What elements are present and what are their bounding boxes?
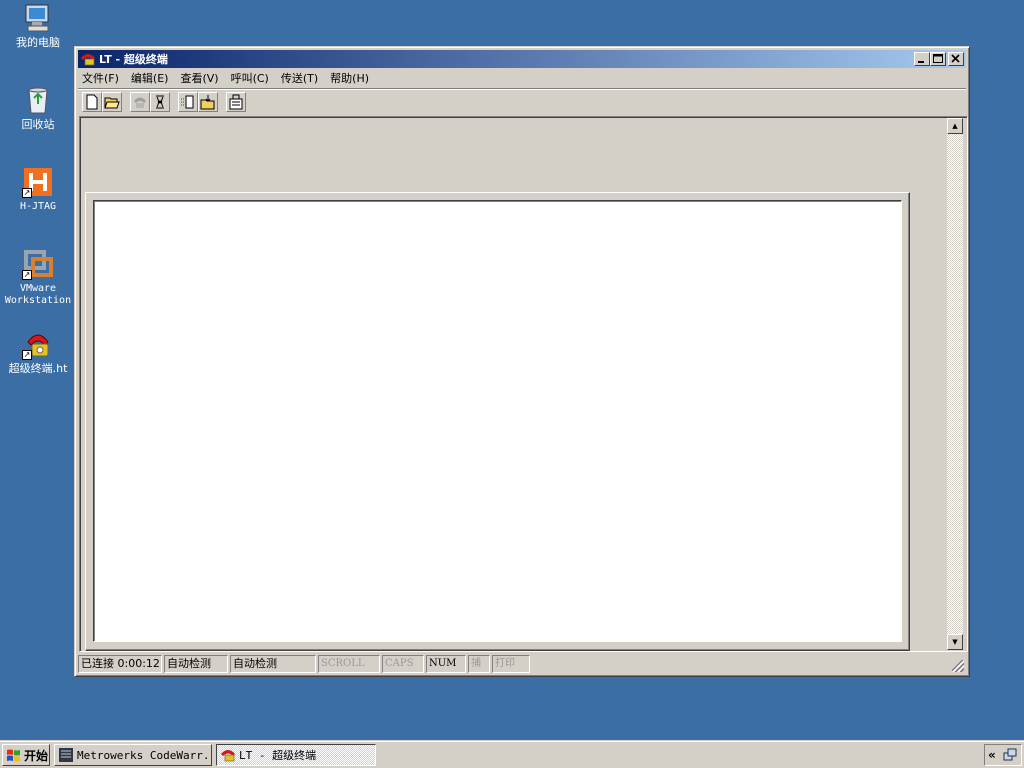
properties-button[interactable] — [226, 91, 246, 112]
hyperterminal-icon[interactable] — [80, 52, 96, 66]
vertical-scrollbar[interactable]: ▲ ▼ — [947, 118, 963, 650]
status-capture: 捕 — [468, 655, 490, 673]
windows-logo-icon — [7, 749, 20, 762]
terminal-frame — [85, 192, 910, 651]
my-computer-icon — [22, 2, 54, 34]
status-caps: CAPS — [382, 655, 424, 673]
menu-file[interactable]: 文件(F) — [82, 70, 119, 86]
disconnect-button[interactable] — [150, 91, 170, 112]
desktop-icon-label: 回收站 — [21, 118, 55, 131]
scroll-up-button[interactable]: ▲ — [947, 118, 963, 134]
menu-view[interactable]: 查看(V) — [180, 70, 218, 86]
send-icon — [181, 95, 194, 108]
maximize-icon — [933, 54, 943, 63]
tray-expand-button[interactable]: « — [988, 748, 996, 762]
taskbar-item-label: LT - 超级终端 — [239, 749, 317, 762]
open-button[interactable] — [102, 91, 122, 112]
taskbar-item-codewarrior[interactable]: Metrowerks CodeWarr... — [54, 744, 212, 766]
desktop-icon-hyperterminal[interactable]: ↗ 超级终端.ht — [0, 328, 76, 375]
hyperterminal-icon — [221, 750, 235, 762]
start-label: 开始 — [24, 748, 49, 763]
status-connection: 已连接 0:00:12 — [78, 655, 162, 673]
open-icon — [104, 97, 120, 108]
maximize-button[interactable] — [930, 52, 946, 66]
toolbar — [78, 88, 966, 114]
new-button[interactable] — [82, 91, 102, 112]
menu-help[interactable]: 帮助(H) — [330, 70, 369, 86]
title-bar[interactable]: LT - 超级终端 — [78, 50, 966, 68]
status-detect-speed: 自动检测 — [164, 655, 228, 673]
network-icon[interactable] — [1002, 747, 1018, 763]
desktop-icon-label: VMware Workstation — [4, 283, 72, 306]
disconnect-icon — [156, 95, 164, 108]
menu-transfer[interactable]: 传送(T) — [281, 70, 318, 86]
menu-call[interactable]: 呼叫(C) — [231, 70, 269, 86]
shortcut-arrow-icon: ↗ — [22, 270, 32, 280]
status-scroll: SCROLL — [318, 655, 380, 673]
vmware-icon: ↗ — [22, 248, 54, 280]
desktop-icon-vmware[interactable]: ↗ VMware Workstation — [0, 248, 76, 307]
shortcut-arrow-icon: ↗ — [22, 188, 32, 198]
start-button[interactable]: 开始 — [2, 744, 50, 766]
terminal-client-area: ▲ ▼ — [79, 116, 968, 652]
status-num: NUM — [426, 655, 466, 673]
call-icon — [134, 97, 146, 108]
desktop-icon-label: 我的电脑 — [16, 36, 60, 49]
status-bar: 已连接 0:00:12 自动检测 自动检测 SCROLL CAPS NUM 捕 … — [78, 654, 966, 674]
minimize-button[interactable] — [914, 52, 930, 66]
recycle-bin-icon — [22, 84, 54, 116]
desktop-icon-my-computer[interactable]: 我的电脑 — [0, 2, 76, 49]
send-button[interactable] — [178, 91, 198, 112]
hyperterminal-icon: ↗ — [22, 328, 54, 360]
receive-button[interactable] — [198, 91, 218, 112]
desktop-icon-hjtag[interactable]: ↗ H-JTAG — [0, 166, 76, 213]
taskbar: 开始 Metrowerks CodeWarr... LT - 超级终端 « — [0, 740, 1024, 768]
desktop-icon-recycle-bin[interactable]: 回收站 — [0, 84, 76, 131]
shortcut-arrow-icon: ↗ — [22, 350, 32, 360]
receive-icon — [200, 94, 215, 109]
codewarrior-icon — [59, 748, 73, 762]
properties-icon — [229, 94, 243, 109]
terminal-screen[interactable] — [93, 200, 902, 642]
menu-bar: 文件(F) 编辑(E) 查看(V) 呼叫(C) 传送(T) 帮助(H) — [78, 69, 966, 87]
call-button[interactable] — [130, 91, 150, 112]
hjtag-icon: ↗ — [22, 166, 54, 198]
new-icon — [86, 94, 98, 109]
resize-grip[interactable] — [952, 660, 964, 672]
taskbar-item-label: Metrowerks CodeWarr... — [77, 748, 212, 762]
close-button[interactable] — [948, 52, 964, 66]
desktop-icon-label: H-JTAG — [19, 201, 57, 212]
system-tray: « — [984, 744, 1022, 766]
status-detect-format: 自动检测 — [230, 655, 316, 673]
status-print: 打印 — [492, 655, 530, 673]
taskbar-item-hyperterminal[interactable]: LT - 超级终端 — [216, 744, 376, 766]
desktop-icon-label: 超级终端.ht — [8, 362, 68, 375]
hyperterminal-window: LT - 超级终端 文件(F) 编辑(E) 查看(V) 呼叫(C) 传送(T) … — [74, 46, 970, 677]
minimize-icon — [918, 61, 924, 63]
scroll-down-button[interactable]: ▼ — [947, 634, 963, 650]
close-icon — [951, 54, 960, 63]
menu-edit[interactable]: 编辑(E) — [131, 70, 169, 86]
window-title: LT - 超级终端 — [99, 53, 168, 66]
